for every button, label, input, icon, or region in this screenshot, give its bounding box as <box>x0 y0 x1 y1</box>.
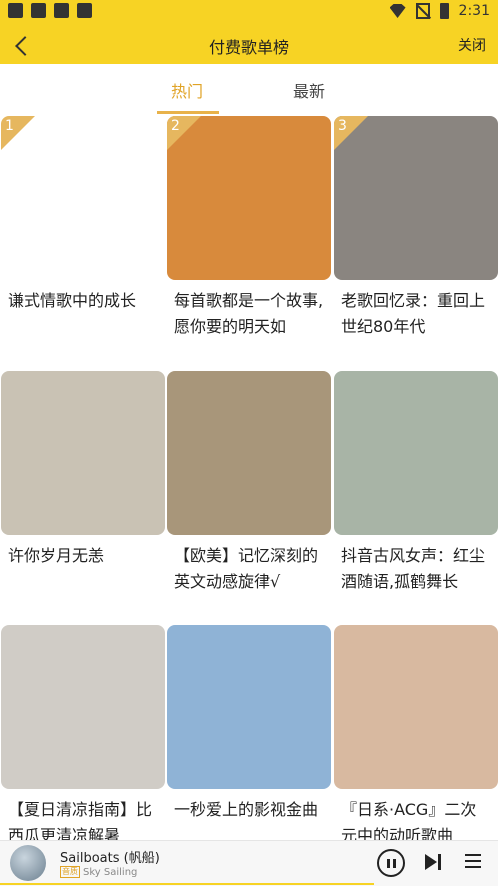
playlist-card[interactable]: 『日系·ACG』二次元中的动听歌曲 <box>334 625 498 849</box>
app-notification-icon <box>31 3 46 18</box>
playlist-title[interactable]: 抖音古风女声：红尘酒随语,孤鹤舞长 <box>334 543 498 595</box>
playlist-title[interactable]: 【欧美】记忆深刻的英文动感旋律√ <box>167 543 331 595</box>
page-title: 付费歌单榜 <box>208 38 289 57</box>
playlist-title[interactable]: 老歌回忆录：重回上世纪80年代 <box>334 288 498 340</box>
playlist-card[interactable]: 2 每首歌都是一个故事,愿你要的明天如 <box>167 116 331 340</box>
folder-notification-icon <box>77 3 92 18</box>
playlist-cover-image[interactable] <box>1 371 165 535</box>
mini-player[interactable]: Sailboats (帆船) 音质 Sky Sailing <box>0 840 498 886</box>
playlist-card[interactable]: 3 老歌回忆录：重回上世纪80年代 <box>334 116 498 340</box>
tab-hot[interactable]: 热门 <box>171 78 203 102</box>
rank-number: 1 <box>5 118 14 134</box>
rank-number: 2 <box>171 118 180 134</box>
now-playing-cover[interactable] <box>10 845 46 881</box>
playlist-card[interactable]: 【欧美】记忆深刻的英文动感旋律√ <box>167 371 331 595</box>
active-tab-indicator <box>157 111 219 114</box>
quality-badge: 音质 <box>60 866 80 878</box>
app-notification-icon <box>8 3 23 18</box>
rank-number: 3 <box>338 118 347 134</box>
playlist-title[interactable]: 每首歌都是一个故事,愿你要的明天如 <box>167 288 331 340</box>
playlist-cover-image[interactable]: 2 <box>167 116 331 280</box>
now-playing-artist: Sky Sailing <box>83 866 138 878</box>
playlist-cover-image[interactable] <box>167 371 331 535</box>
pause-button-icon[interactable] <box>377 849 405 877</box>
playlist-cover-image[interactable] <box>334 625 498 789</box>
title-bar: 付费歌单榜 关闭 <box>0 25 498 64</box>
playlist-card[interactable]: 抖音古风女声：红尘酒随语,孤鹤舞长 <box>334 371 498 595</box>
playlist-cover-image[interactable] <box>1 625 165 789</box>
playlist-cover-image[interactable]: 3 <box>334 116 498 280</box>
playlist-cover-image[interactable] <box>167 625 331 789</box>
playlist-cover-image[interactable]: 1 <box>1 116 165 280</box>
close-button[interactable]: 关闭 <box>458 35 486 55</box>
playlist-title[interactable]: 谦式情歌中的成长 <box>1 288 165 340</box>
status-time: 2:31 <box>458 3 490 19</box>
playlist-card[interactable]: 一秒爱上的影视金曲 <box>167 625 331 849</box>
status-bar: 2:31 <box>0 0 498 25</box>
next-track-icon[interactable] <box>425 853 443 871</box>
playlist-cover-image[interactable] <box>334 371 498 535</box>
battery-icon <box>439 3 449 19</box>
playlist-card[interactable]: 许你岁月无恙 <box>1 371 165 595</box>
playlist-card[interactable]: 【夏日清凉指南】比西瓜更清凉解暑 <box>1 625 165 849</box>
playlist-card[interactable]: 1 谦式情歌中的成长 <box>1 116 165 340</box>
playlist-title[interactable]: 许你岁月无恙 <box>1 543 165 595</box>
qr-notification-icon <box>54 3 69 18</box>
playlist-menu-icon[interactable] <box>465 854 481 868</box>
tab-latest[interactable]: 最新 <box>293 78 325 102</box>
now-playing-title: Sailboats (帆船) <box>60 851 160 866</box>
tab-bar: 热门 最新 <box>0 64 498 114</box>
no-sim-icon <box>415 3 430 19</box>
wifi-icon <box>389 4 406 18</box>
